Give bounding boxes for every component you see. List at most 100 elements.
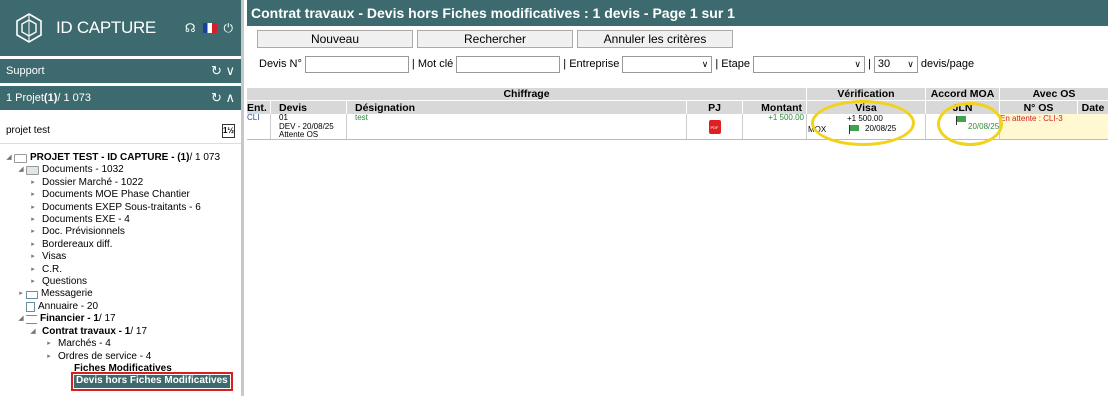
devis-table: Chiffrage Vérification Accord MOA Avec O…: [247, 88, 1108, 146]
collapse-icon[interactable]: ▸: [28, 189, 38, 201]
cell-ent: CLI: [247, 113, 271, 139]
tree-marches[interactable]: ▸ Marchés - 4: [4, 338, 241, 350]
list-icon: [26, 314, 37, 324]
project-search-input[interactable]: [6, 125, 206, 136]
logout-icon[interactable]: ⏻: [224, 22, 234, 34]
documents-children: ▸ Dossier Marché - 1022 ▸ Documents MOE Pha…: [4, 177, 241, 289]
refresh-collapse-icon[interactable]: ↻ ∨: [211, 63, 235, 79]
tree-financier[interactable]: ◢ Financier - 1 / 17: [4, 313, 241, 325]
tree-annuaire[interactable]: Annuaire - 20: [4, 301, 241, 313]
devis-status: Attente OS: [279, 130, 319, 139]
collapse-icon[interactable]: ▸: [28, 214, 38, 226]
collapse-icon[interactable]: ▸: [16, 288, 26, 300]
project-suffix: / 1 073: [189, 152, 221, 163]
tree-documents[interactable]: ◢ Documents - 1032: [4, 164, 241, 176]
support-headset-icon[interactable]: ☊: [185, 22, 196, 34]
col-date[interactable]: Date: [1078, 101, 1108, 114]
tree-messagerie[interactable]: ▸ Messagerie: [4, 288, 241, 300]
tree-documents-child[interactable]: ▸ Doc. Prévisionnels: [4, 226, 241, 238]
entreprise-select[interactable]: ∨: [622, 55, 713, 73]
collapse-icon[interactable]: ▸: [28, 276, 38, 288]
group-accord-moa: Accord MOA: [926, 88, 1000, 100]
support-label: Support: [6, 65, 45, 77]
expand-icon[interactable]: ◢: [16, 164, 26, 176]
contact-card-icon: [26, 302, 35, 313]
support-bar[interactable]: Support ↻ ∨: [0, 59, 241, 83]
expand-icon[interactable]: ◢: [28, 326, 38, 338]
refresh-expand-icon[interactable]: ↻ ∧: [211, 90, 235, 106]
devis-hors-label[interactable]: Devis hors Fiches Modificatives: [71, 372, 233, 391]
tree-project[interactable]: ◢ PROJET TEST - ID CAPTURE - (1) / 1 073: [4, 152, 241, 164]
page-title: Contrat travaux - Devis hors Fiches modi…: [247, 0, 1108, 26]
documents-label: Documents - 1032: [42, 164, 124, 176]
mot-cle-input[interactable]: [456, 55, 561, 73]
collapse-icon[interactable]: ▸: [28, 202, 38, 214]
cell-montant: +1 500.00: [743, 113, 807, 139]
collapse-icon[interactable]: ▸: [28, 251, 38, 263]
etape-select[interactable]: ∨: [753, 55, 866, 73]
mail-icon: [26, 290, 38, 299]
os-status: En attente : CLI-3: [1000, 114, 1063, 124]
tree-documents-child[interactable]: ▸ C.R.: [4, 264, 241, 276]
tree-documents-child[interactable]: ▸ Documents MOE Phase Chantier: [4, 189, 241, 201]
project-tree: ◢ PROJET TEST - ID CAPTURE - (1) / 1 073 …: [0, 144, 241, 391]
tree-documents-child[interactable]: ▸ Visas: [4, 251, 241, 263]
cell-os: En attente : CLI-3: [1000, 114, 1108, 139]
devis-num-input[interactable]: [304, 55, 409, 73]
per-page-select[interactable]: 30 ∨: [873, 55, 918, 73]
cell-designation: test: [347, 113, 687, 139]
collapse-icon[interactable]: ▸: [44, 351, 54, 363]
table-group-header: Chiffrage Vérification Accord MOA Avec O…: [247, 88, 1108, 100]
calculator-icon[interactable]: 1½: [222, 123, 235, 138]
collapse-icon[interactable]: ▸: [44, 338, 54, 350]
group-verification: Vérification: [807, 88, 926, 100]
tree-ordres[interactable]: ▸ Ordres de service - 4: [4, 351, 241, 363]
col-pj[interactable]: PJ: [687, 101, 743, 114]
documents-child-label: Documents MOE Phase Chantier: [42, 189, 190, 201]
expand-icon[interactable]: ◢: [4, 152, 14, 164]
tree-documents-child[interactable]: ▸ Documents EXEP Sous-traitants - 6: [4, 202, 241, 214]
tree-documents-child[interactable]: ▸ Questions: [4, 276, 241, 288]
tree-documents-child[interactable]: ▸ Bordereaux diff.: [4, 239, 241, 251]
per-page-value: 30: [877, 58, 891, 70]
cell-devis[interactable]: 01 DEV - 20/08/25 Attente OS: [271, 113, 347, 139]
chevron-down-icon: ∨: [701, 58, 709, 69]
entreprise-label: | Entreprise: [563, 58, 620, 70]
financier-label: Financier - 1: [40, 313, 99, 325]
logo-icon: [12, 11, 46, 45]
new-button[interactable]: Nouveau: [257, 30, 413, 48]
separator: |: [868, 58, 871, 70]
folder-open-icon: [26, 166, 39, 176]
expand-icon[interactable]: ◢: [16, 313, 26, 325]
col-num-os[interactable]: N° OS: [1000, 101, 1078, 114]
tree-documents-child[interactable]: ▸ Documents EXE - 4: [4, 214, 241, 226]
app-root: ID CAPTURE ☊ ⏻ Support ↻ ∨ 1 Projet (1) …: [0, 0, 1108, 396]
cancel-criteria-button[interactable]: Annuler les critères: [577, 30, 733, 48]
filter-row: Devis N° | Mot clé | Entreprise ∨ | Etap…: [247, 52, 1108, 76]
devis-num-label: Devis N°: [259, 58, 302, 70]
search-button[interactable]: Rechercher: [417, 30, 573, 48]
tree-fiches[interactable]: Fiches Modificatives: [4, 363, 241, 375]
chevron-down-icon: ∨: [907, 58, 914, 69]
header-icons: ☊ ⏻: [185, 22, 233, 34]
collapse-icon[interactable]: ▸: [28, 239, 38, 251]
collapse-icon[interactable]: ▸: [28, 177, 38, 189]
collapse-icon[interactable]: ▸: [28, 226, 38, 238]
documents-child-label: Visas: [42, 251, 67, 263]
marches-label: Marchés - 4: [58, 338, 111, 350]
messagerie-label: Messagerie: [41, 288, 93, 300]
french-flag-icon[interactable]: [202, 23, 217, 33]
collapse-icon[interactable]: ▸: [28, 264, 38, 276]
folder-icon: [14, 153, 27, 163]
pdf-icon[interactable]: PDF: [708, 119, 721, 134]
tree-documents-child[interactable]: ▸ Dossier Marché - 1022: [4, 177, 241, 189]
tree-devis-hors[interactable]: Devis hors Fiches Modificatives: [4, 372, 241, 391]
documents-child-label: Documents EXEP Sous-traitants - 6: [42, 201, 201, 213]
annuaire-label: Annuaire - 20: [38, 300, 99, 312]
chevron-down-icon: ∨: [854, 58, 862, 69]
documents-child-label: Doc. Prévisionnels: [42, 226, 125, 238]
tree-contrat[interactable]: ◢ Contrat travaux - 1 / 17: [4, 326, 241, 338]
project-count-bar[interactable]: 1 Projet (1) / 1 073 ↻ ∧: [0, 86, 241, 110]
col-designation[interactable]: Désignation: [347, 101, 687, 114]
project-count-bold: (1): [43, 92, 58, 104]
